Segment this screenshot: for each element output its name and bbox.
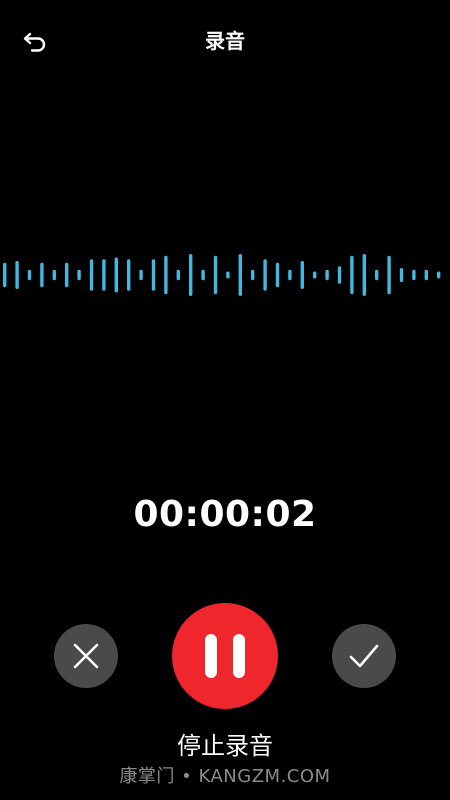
waveform-bar [40, 262, 44, 288]
waveform-bar [412, 269, 416, 281]
waveform-bar [102, 259, 106, 291]
confirm-button[interactable] [332, 624, 396, 688]
waveform-bar [437, 271, 441, 279]
watermark: 康掌门 • KANGZM.COM [119, 766, 331, 787]
waveform-bar [275, 262, 280, 288]
waveform-bar [350, 255, 354, 295]
waveform-bar [151, 259, 156, 291]
recording-timer: 00:00:02 [133, 494, 317, 535]
pause-button[interactable] [172, 603, 278, 709]
page-title: 录音 [205, 29, 245, 53]
audio-waveform [3, 254, 441, 296]
waveform-bar [424, 269, 428, 281]
waveform-bar [288, 269, 292, 281]
waveform-bar [15, 261, 19, 289]
waveform-bar [387, 255, 391, 295]
waveform-bar [176, 269, 180, 281]
pause-icon-bar [233, 634, 245, 678]
waveform-bar [300, 261, 304, 289]
waveform-bar [213, 255, 218, 295]
waveform-bar [375, 269, 379, 281]
waveform-bar [251, 269, 255, 281]
waveform-bar [201, 269, 205, 281]
waveform-bar [65, 262, 69, 288]
checkmark-icon [349, 644, 379, 668]
pause-icon [205, 634, 217, 678]
waveform-bar [238, 254, 242, 296]
waveform-bar [189, 254, 193, 296]
waveform-bar [313, 271, 317, 279]
waveform-bar [127, 259, 131, 291]
waveform-bar [89, 259, 94, 291]
waveform-bar [52, 269, 56, 281]
waveform-bar [77, 269, 81, 281]
waveform-bar [337, 266, 342, 284]
top-bar: 录音 [0, 0, 450, 80]
cancel-button[interactable] [54, 624, 118, 688]
waveform-bar [399, 268, 404, 282]
waveform-bar [325, 269, 329, 281]
waveform-bar [164, 255, 168, 295]
waveform-bar [3, 262, 7, 288]
waveform-bar [263, 259, 267, 291]
waveform-bar [139, 269, 143, 281]
waveform-bar [226, 271, 230, 279]
waveform-bar [114, 257, 118, 293]
waveform-bar [362, 254, 366, 296]
stop-recording-label[interactable]: 停止录音 [0, 728, 450, 764]
close-icon [73, 643, 99, 669]
waveform-bar [27, 269, 32, 281]
